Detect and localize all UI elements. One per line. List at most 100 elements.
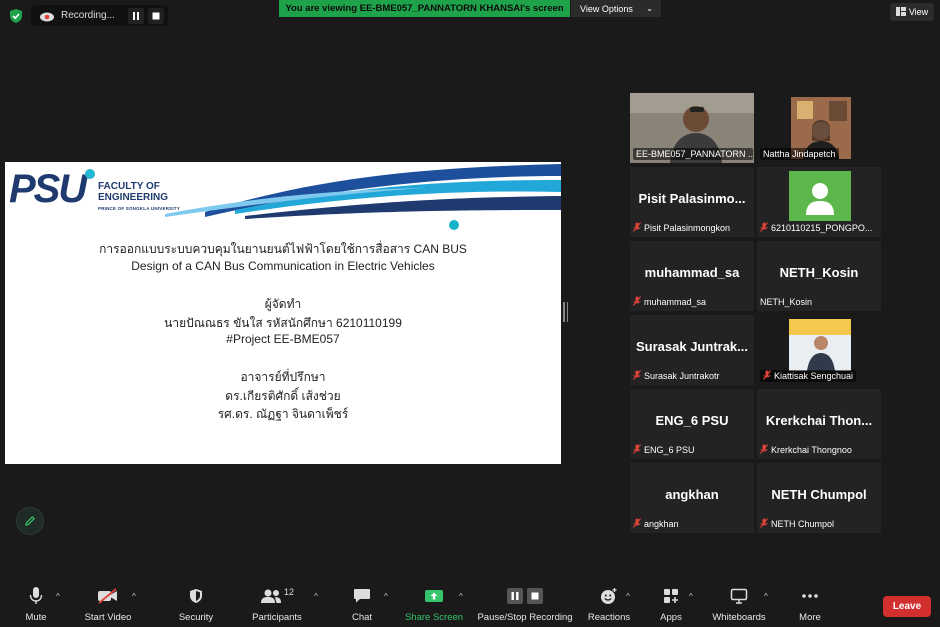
participant-name: Kiattisak Sengchuai — [774, 371, 854, 381]
participant-name: muhammad_sa — [644, 297, 707, 307]
participant-name: Krerkchai Thongnoo — [771, 445, 852, 455]
participant-tile[interactable]: NETH_Kosin NETH_Kosin — [757, 241, 881, 311]
mic-muted-icon — [760, 222, 768, 234]
slide-title-english: Design of a CAN Bus Communication in Ele… — [131, 259, 435, 273]
participant-caption: Nattha Jindapetch — [760, 148, 839, 160]
author-label: ผู้จัดทำ — [264, 297, 302, 311]
reactions-button[interactable]: Reactions — [588, 584, 630, 627]
reactions-label: Reactions — [587, 612, 631, 623]
participants-count: 12 — [283, 587, 294, 597]
participants-button[interactable]: 12 Participants — [250, 584, 304, 627]
pause-recording-icon[interactable] — [128, 7, 144, 24]
shared-screen: PSU FACULTY OF ENGINEERING PRINCE OF SON… — [5, 162, 561, 464]
video-off-icon — [97, 584, 119, 608]
recording-controls-icons — [507, 584, 543, 608]
whiteboards-label: Whiteboards — [712, 612, 766, 623]
participant-tile[interactable]: Kiattisak Sengchuai — [757, 315, 881, 385]
apps-button[interactable]: Apps — [656, 584, 686, 627]
participant-caption: angkhan — [633, 518, 679, 530]
start-video-button[interactable]: Start Video — [82, 584, 134, 627]
reactions-caret-icon[interactable]: ^ — [626, 592, 630, 601]
more-dots-icon — [801, 584, 819, 608]
participants-caret-icon[interactable]: ^ — [314, 592, 318, 601]
more-button[interactable]: More — [794, 584, 826, 627]
mute-button[interactable]: Mute — [18, 584, 54, 627]
leave-button[interactable]: Leave — [883, 596, 931, 617]
participant-tile[interactable]: Krerkchai Thon... Krerkchai Thongnoo — [757, 389, 881, 459]
participant-display-name: muhammad_sa — [644, 265, 740, 280]
view-button[interactable]: View — [890, 3, 934, 21]
advisor-label: อาจารย์ที่ปรึกษา — [240, 370, 326, 384]
participant-caption: ENG_6 PSU — [633, 444, 695, 456]
participants-icon-group: 12 — [260, 584, 294, 608]
participant-name: Nattha Jindapetch — [763, 149, 836, 159]
chat-button[interactable]: Chat — [348, 584, 376, 627]
participants-label: Participants — [252, 612, 302, 623]
author-name: นายปัณณธร ขันใส รหัสนักศึกษา 6210110199 — [164, 316, 402, 330]
participant-tile[interactable]: EE-BME057_PANNATORN ... — [630, 93, 754, 163]
participant-tile[interactable]: NETH Chumpol NETH Chumpol — [757, 463, 881, 533]
slide-title-thai: การออกแบบระบบควบคุมในยานยนต์ไฟฟ้าโดยใช้ก… — [99, 242, 467, 256]
faculty-line-2: ENGINEERING — [98, 192, 169, 203]
whiteboards-caret-icon[interactable]: ^ — [764, 592, 768, 601]
start-video-label: Start Video — [84, 612, 132, 623]
participant-caption: EE-BME057_PANNATORN ... — [633, 148, 753, 160]
participant-tile[interactable]: Pisit Palasinmo... Pisit Palasinmongkon — [630, 167, 754, 237]
advisor-2: รศ.ดร. ณัฏฐา จินดาเพ็ชร์ — [217, 407, 349, 421]
participant-caption: Kiattisak Sengchuai — [760, 370, 857, 382]
participant-tile[interactable]: ENG_6 PSU ENG_6 PSU — [630, 389, 754, 459]
participant-display-name: NETH Chumpol — [771, 487, 867, 502]
participant-name: Pisit Palasinmongkon — [644, 223, 731, 233]
project-id: #Project EE-BME057 — [226, 332, 340, 346]
recording-indicator: Recording... — [31, 5, 168, 26]
participant-name: NETH Chumpol — [771, 519, 835, 529]
participant-caption: NETH_Kosin — [760, 296, 812, 308]
apps-caret-icon[interactable]: ^ — [689, 592, 693, 601]
more-label: More — [799, 612, 821, 623]
encryption-shield-icon[interactable] — [7, 7, 25, 25]
participant-name: EE-BME057_PANNATORN ... — [636, 149, 753, 159]
faculty-sub: PRINCE OF SONGKLA UNIVERSITY — [98, 206, 180, 211]
stop-recording-icon[interactable] — [148, 7, 164, 24]
mic-muted-icon — [633, 444, 641, 456]
participant-name: 6210110215_PONGPO... — [771, 223, 873, 233]
cloud-record-icon — [39, 10, 55, 22]
share-screen-caret-icon[interactable]: ^ — [459, 592, 463, 601]
pause-stop-recording-button[interactable]: Pause/Stop Recording — [477, 584, 573, 627]
participant-tile[interactable]: Nattha Jindapetch — [757, 93, 881, 163]
mic-muted-icon — [760, 518, 768, 530]
annotate-pen-icon[interactable] — [16, 507, 44, 535]
advisor-1: ดร.เกียรติศักดิ์ เส้งช่วย — [225, 389, 341, 403]
meeting-toolbar: Mute ^ Start Video ^ Security 12 Partici… — [0, 584, 940, 627]
faculty-line-1: FACULTY OF — [98, 181, 160, 192]
mic-muted-icon — [633, 296, 641, 308]
chat-caret-icon[interactable]: ^ — [384, 592, 388, 601]
faculty-name: FACULTY OF ENGINEERING PRINCE OF SONGKLA… — [98, 181, 180, 214]
apps-label: Apps — [660, 612, 682, 623]
participant-name: ENG_6 PSU — [644, 445, 695, 455]
zoom-meeting-window: Recording... You are viewing EE-BME057_P… — [0, 0, 940, 627]
security-shield-icon — [189, 584, 203, 608]
participant-tile[interactable]: muhammad_sa muhammad_sa — [630, 241, 754, 311]
whiteboards-button[interactable]: Whiteboards — [710, 584, 768, 627]
mic-muted-icon — [633, 222, 641, 234]
mic-muted-icon — [760, 444, 768, 456]
participant-tile[interactable]: 6210110215_PONGPO... — [757, 167, 881, 237]
participant-tile[interactable]: angkhan angkhan — [630, 463, 754, 533]
participant-name: Surasak Juntrakotr — [644, 371, 720, 381]
participant-tile[interactable]: Surasak Juntrak... Surasak Juntrakotr — [630, 315, 754, 385]
share-screen-button[interactable]: Share Screen — [404, 584, 464, 627]
stop-icon — [527, 588, 543, 604]
participant-display-name: Krerkchai Thon... — [765, 413, 873, 428]
split-view-handle[interactable] — [563, 302, 568, 322]
participant-caption: Surasak Juntrakotr — [633, 370, 720, 382]
participant-caption: NETH Chumpol — [760, 518, 834, 530]
view-options-button[interactable]: View Options ⌄ — [571, 0, 661, 17]
participant-caption: Krerkchai Thongnoo — [760, 444, 852, 456]
video-options-caret-icon[interactable]: ^ — [132, 592, 136, 601]
security-button[interactable]: Security — [175, 584, 217, 627]
mic-muted-icon — [633, 370, 641, 382]
mic-muted-icon — [763, 370, 771, 382]
microphone-icon — [29, 584, 43, 608]
mute-options-caret-icon[interactable]: ^ — [56, 592, 60, 601]
